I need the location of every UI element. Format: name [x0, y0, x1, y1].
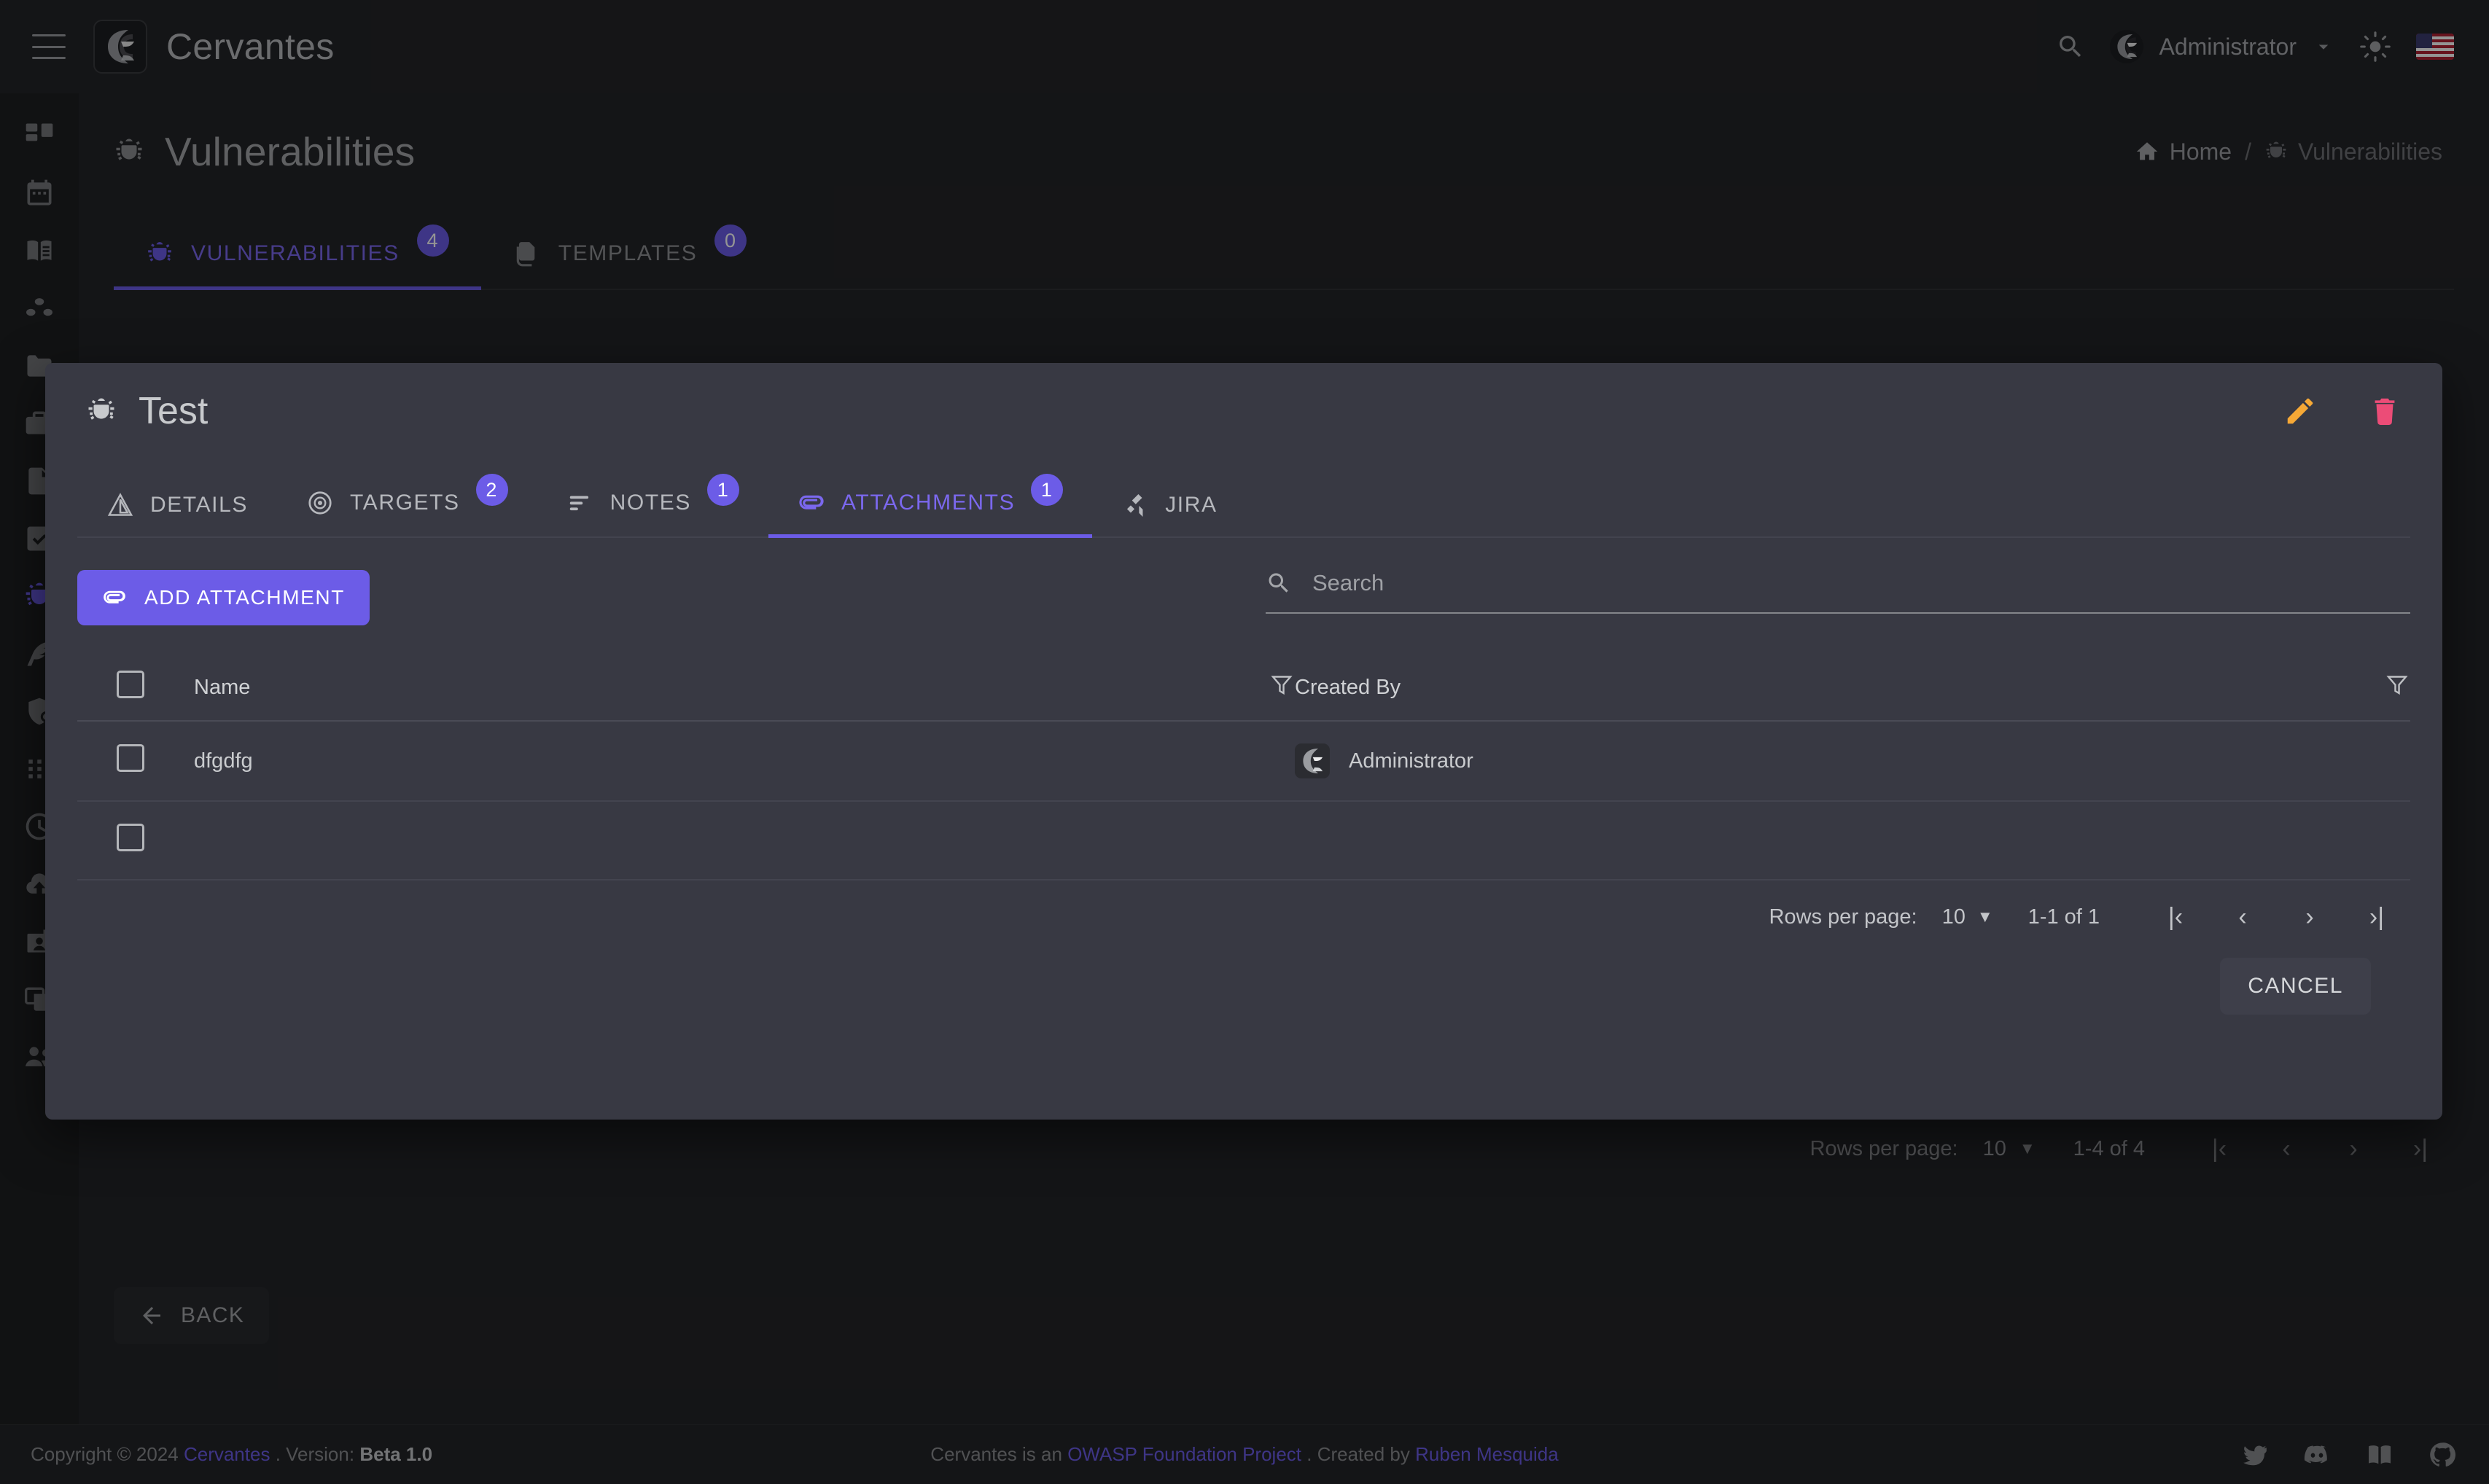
- cervantes-glyph: [1303, 748, 1323, 774]
- dialog-tab-targets-badge: 2: [475, 474, 508, 506]
- target-icon: [308, 491, 332, 515]
- dialog-tab-notes-badge: 1: [707, 474, 740, 506]
- prev-page-icon[interactable]: ‹: [2209, 903, 2276, 932]
- row-created-by-cell: Administrator: [1295, 721, 2323, 801]
- caret-down-icon[interactable]: ▼: [1977, 907, 1993, 926]
- rows-per-page-value[interactable]: 10: [1942, 905, 1966, 929]
- row-created-by-label: Administrator: [1349, 749, 1473, 773]
- filter-funnel-icon[interactable]: [1269, 671, 1295, 698]
- trash-delete-icon[interactable]: [2368, 394, 2402, 428]
- dialog-tab-targets[interactable]: TARGETS 2: [277, 474, 537, 536]
- dialog-tab-jira-label: JIRA: [1165, 493, 1218, 517]
- column-header-name[interactable]: Name: [194, 655, 1207, 721]
- dialog-tab-attachments-badge: 1: [1031, 474, 1064, 506]
- jira-icon: [1127, 493, 1143, 517]
- table-row[interactable]: [77, 801, 2410, 880]
- row-created-by-cell: [1295, 801, 2323, 880]
- add-attachment-label: ADD ATTACHMENT: [144, 586, 345, 609]
- dialog-tab-attachments[interactable]: ATTACHMENTS 1: [768, 474, 1093, 538]
- rows-per-page-label: Rows per page:: [1769, 905, 1917, 929]
- table-header-row: Name Created By: [77, 655, 2410, 721]
- checkbox-unchecked-icon[interactable]: [117, 744, 144, 772]
- bug-icon: [88, 398, 114, 420]
- dialog-footer: CANCEL: [77, 953, 2410, 1015]
- pagination-range: 1-1 of 1: [2028, 905, 2100, 929]
- next-page-icon[interactable]: ›: [2276, 903, 2343, 932]
- first-page-icon[interactable]: |‹: [2142, 903, 2209, 932]
- dialog-tab-notes-label: NOTES: [609, 491, 692, 515]
- row-created-by: Administrator: [1295, 743, 2323, 778]
- select-all-cell: [77, 655, 194, 721]
- row-actions-cell: [2323, 721, 2410, 801]
- column-filter-name[interactable]: [1207, 655, 1295, 721]
- column-header-created-by[interactable]: Created By: [1295, 655, 2323, 721]
- row-name-spacer: [1207, 721, 1295, 801]
- dialog-title: Test: [86, 389, 208, 433]
- last-page-icon[interactable]: ›|: [2343, 903, 2410, 932]
- attachments-dialog: Test DETAILS TARGETS 2 NOTES 1 ATTACHMEN…: [45, 363, 2442, 1120]
- dialog-tab-details[interactable]: DETAILS: [77, 491, 277, 536]
- row-actions-cell: [2323, 801, 2410, 880]
- pencil-edit-icon[interactable]: [2283, 394, 2317, 428]
- dialog-tabs: DETAILS TARGETS 2 NOTES 1 ATTACHMENTS 1 …: [77, 459, 2410, 538]
- dialog-tab-targets-label: TARGETS: [350, 491, 460, 515]
- dialog-tab-details-label: DETAILS: [150, 493, 249, 517]
- checkbox-unchecked-icon[interactable]: [117, 824, 144, 851]
- dialog-header: Test: [45, 363, 2442, 459]
- dialog-actions: [2283, 394, 2402, 428]
- paperclip-icon: [104, 590, 125, 604]
- checkbox-unchecked-icon[interactable]: [117, 671, 144, 698]
- column-filter-created-by[interactable]: [2323, 655, 2410, 721]
- filter-funnel-icon[interactable]: [2384, 671, 2410, 698]
- attachments-pagination: Rows per page: 10 ▼ 1-1 of 1 |‹ ‹ › ›|: [77, 880, 2410, 953]
- paperclip-icon: [799, 495, 824, 509]
- search-icon: [1269, 573, 1288, 593]
- warning-triangle-icon: [107, 493, 133, 516]
- row-select-cell: [77, 721, 194, 801]
- notes-lines-icon: [569, 496, 588, 511]
- cancel-button[interactable]: CANCEL: [2220, 958, 2371, 1015]
- dialog-tab-attachments-label: ATTACHMENTS: [841, 491, 1016, 515]
- search-input[interactable]: [1312, 570, 2410, 596]
- dialog-tab-notes[interactable]: NOTES 1: [537, 474, 768, 536]
- row-select-cell: [77, 801, 194, 880]
- add-attachment-button[interactable]: ADD ATTACHMENT: [77, 570, 370, 625]
- attachments-table: Name Created By dfgdfg Administrator: [77, 655, 2410, 880]
- row-name: dfgdfg: [194, 749, 253, 773]
- attachments-search[interactable]: [1266, 570, 2410, 614]
- row-name-spacer: [1207, 801, 1295, 880]
- dialog-tab-jira[interactable]: JIRA: [1092, 491, 1246, 536]
- table-row[interactable]: dfgdfg Administrator: [77, 721, 2410, 801]
- cervantes-avatar-icon: [1295, 743, 1330, 778]
- dialog-title-text: Test: [139, 390, 209, 432]
- row-name: [194, 801, 1207, 880]
- dialog-body: ADD ATTACHMENT Name Created By: [45, 538, 2442, 1015]
- attachments-toolbar: ADD ATTACHMENT: [77, 570, 2410, 625]
